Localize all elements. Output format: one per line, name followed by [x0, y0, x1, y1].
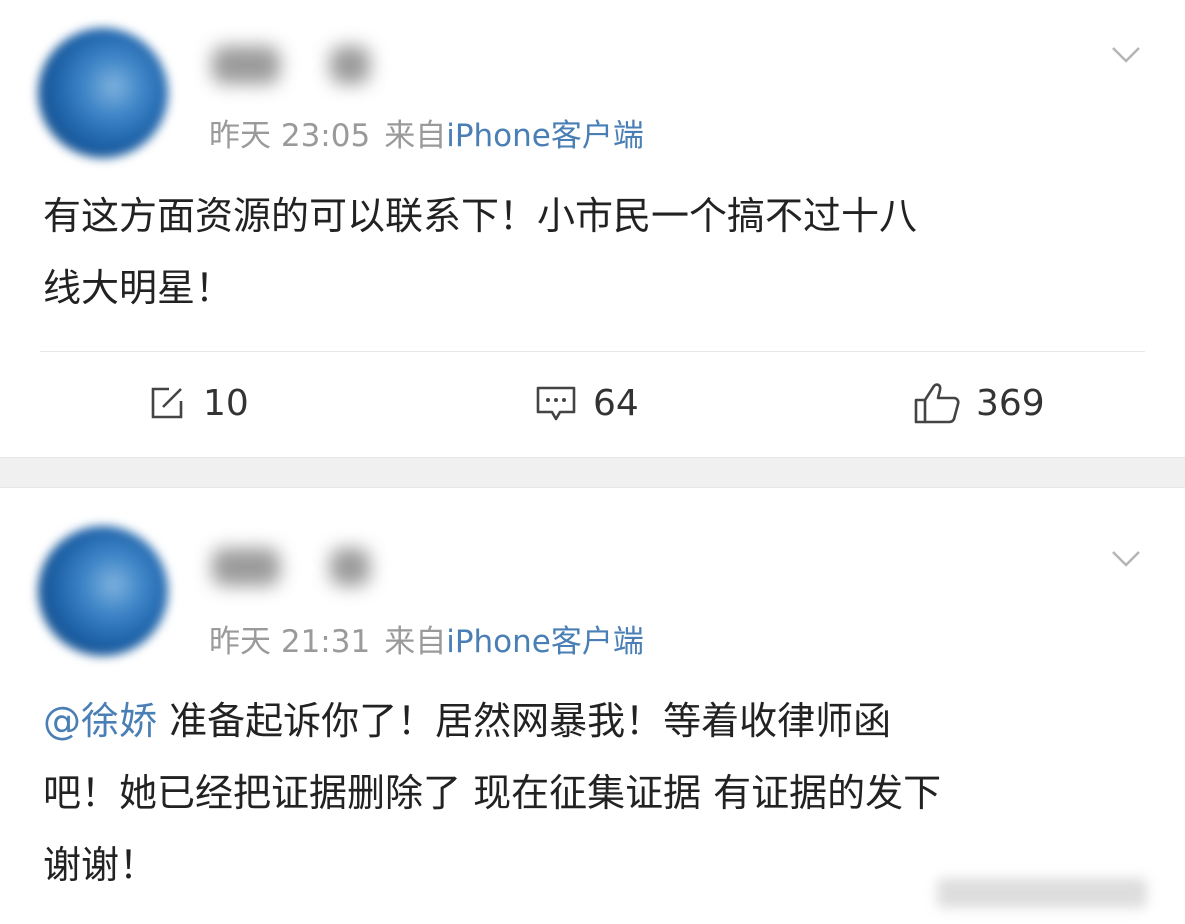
post-meta: 昨天 23:05 来自iPhone客户端 — [209, 110, 644, 155]
chevron-down-icon[interactable] — [1111, 44, 1141, 66]
comment-count: 64 — [593, 382, 639, 424]
post-meta: 昨天 21:31 来自iPhone客户端 — [209, 616, 644, 661]
source-app-link[interactable]: iPhone客户端 — [446, 624, 644, 660]
source-prefix: 来自 — [384, 118, 447, 154]
post-timestamp: 昨天 21:31 — [209, 624, 371, 660]
repost-count: 10 — [203, 382, 249, 424]
comment-button[interactable]: 64 — [533, 378, 639, 428]
comment-bubble-icon — [533, 381, 579, 425]
watermark-blurred — [937, 878, 1147, 908]
like-count: 369 — [976, 382, 1045, 424]
username-blurred[interactable] — [212, 46, 280, 84]
username-blurred-part — [330, 548, 370, 586]
post-body-line: 有这方面资源的可以联系下！小市民一个搞不过十八 — [43, 194, 918, 238]
feed-separator — [0, 457, 1185, 488]
chevron-down-icon[interactable] — [1111, 548, 1141, 570]
username-blurred-part — [330, 46, 370, 84]
avatar[interactable] — [38, 526, 168, 656]
post-body: 有这方面资源的可以联系下！小市民一个搞不过十八 线大明星！ — [43, 180, 1153, 324]
post-card: 昨天 23:05 来自iPhone客户端 有这方面资源的可以联系下！小市民一个搞不… — [0, 0, 1185, 457]
post-timestamp: 昨天 23:05 — [209, 118, 371, 154]
mention-link[interactable]: @徐娇 — [43, 699, 157, 743]
divider — [40, 351, 1145, 352]
post-card: 昨天 21:31 来自iPhone客户端 @徐娇 准备起诉你了！居然网暴我！等着收… — [0, 488, 1185, 924]
post-body-line: 线大明星！ — [43, 266, 234, 310]
post-body-line: @徐娇 准备起诉你了！居然网暴我！等着收律师函 — [43, 685, 1153, 757]
post-body: @徐娇 准备起诉你了！居然网暴我！等着收律师函 吧！她已经把证据删除了 现在征集… — [43, 685, 1153, 901]
like-button[interactable]: 369 — [912, 378, 1045, 428]
post-body-line: 吧！她已经把证据删除了 现在征集证据 有证据的发下 — [43, 771, 942, 815]
username-blurred[interactable] — [212, 548, 280, 586]
avatar[interactable] — [38, 28, 168, 158]
repost-button[interactable]: 10 — [145, 378, 249, 428]
post-body-text: 准备起诉你了！居然网暴我！等着收律师函 — [157, 699, 892, 743]
thumbs-up-icon — [912, 380, 962, 426]
source-app-link[interactable]: iPhone客户端 — [446, 118, 644, 154]
source-prefix: 来自 — [384, 624, 447, 660]
edit-square-icon — [145, 381, 189, 425]
